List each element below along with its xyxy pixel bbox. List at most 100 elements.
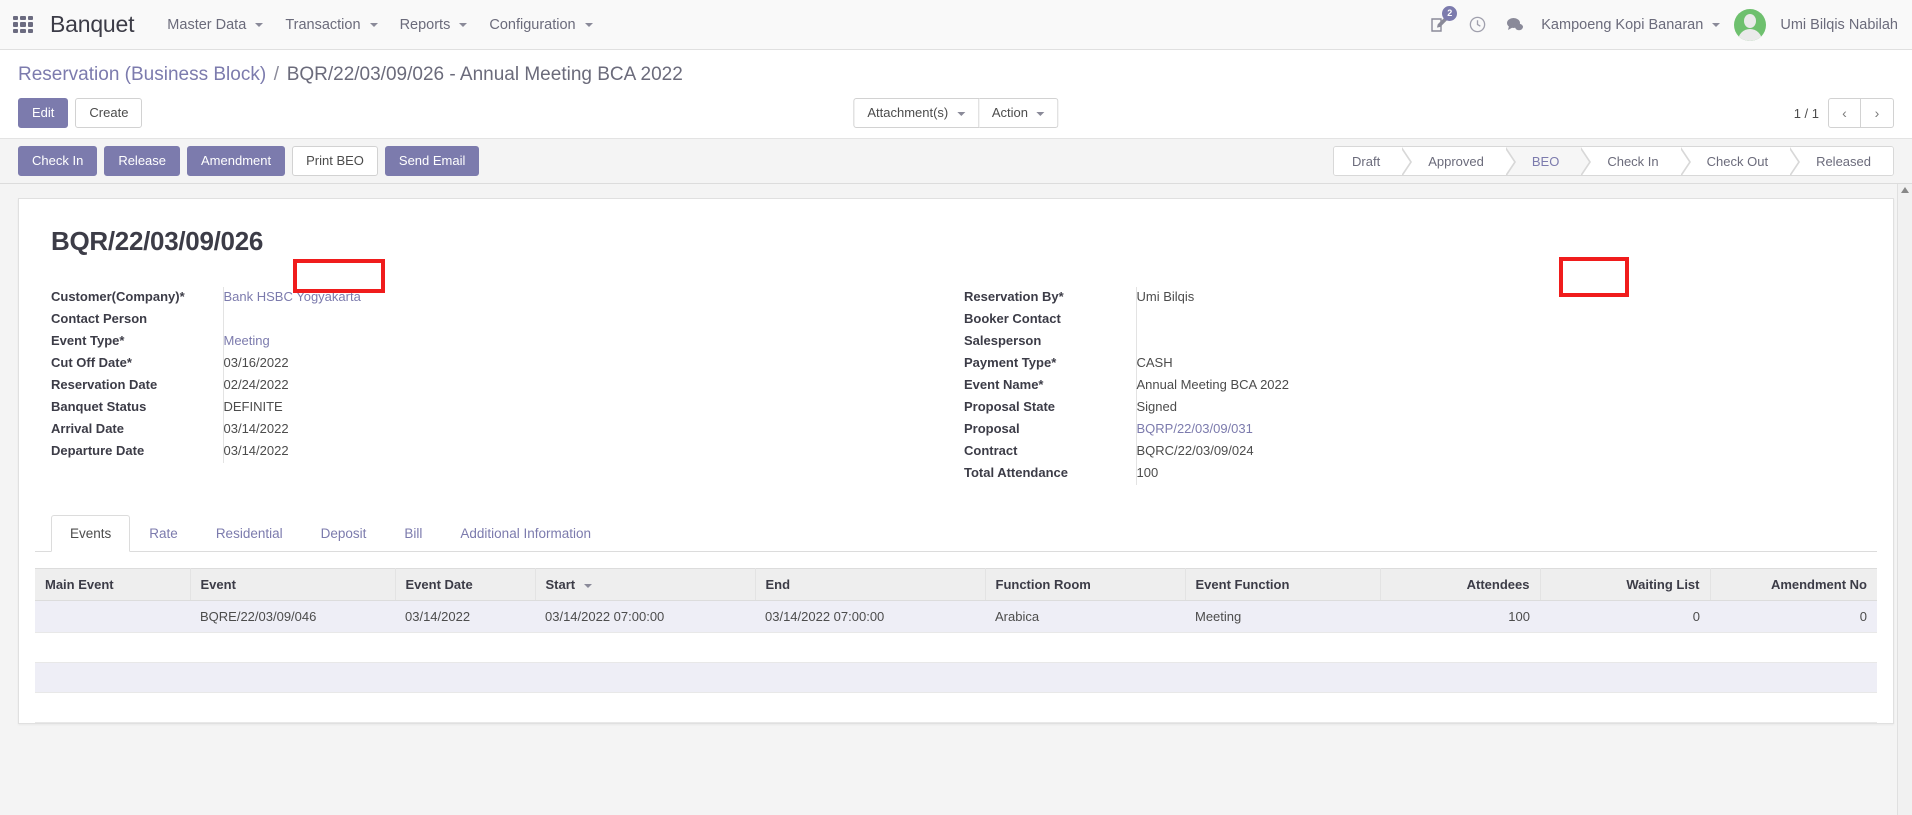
field-label-text: Departure Date [51,443,145,458]
field-value-text[interactable]: Meeting [224,333,270,348]
field-value[interactable]: Signed [1135,397,1861,419]
field-label-text: Total Attendance [964,465,1069,480]
chevron-left-icon[interactable]: ‹ [1828,98,1861,128]
breadcrumb-parent[interactable]: Reservation (Business Block) [18,64,266,85]
tab-rate[interactable]: Rate [130,515,197,552]
col-event-function[interactable]: Event Function [1185,568,1381,601]
attachments-label: Attachment(s) [867,105,949,120]
chevron-right-icon[interactable]: › [1861,98,1894,128]
print-beo-button[interactable]: Print BEO [292,146,378,176]
status-beo[interactable]: BEO [1505,147,1592,175]
field-value[interactable]: DEFINITE [222,397,956,419]
field-label: Proposal [964,419,1136,441]
send-email-button[interactable]: Send Email [384,146,480,176]
status-approved[interactable]: Approved [1402,147,1516,175]
menu-configuration[interactable]: Configuration [478,13,603,37]
table-header-row: Main Event Event Event Date Start End Fu… [35,568,1877,601]
vertical-scrollbar[interactable] [1897,184,1912,815]
field-value[interactable]: Bank HSBC Yogyakarta [222,287,956,309]
status-released[interactable]: Released [1790,147,1893,175]
edit-button[interactable]: Edit [18,98,69,128]
field-value[interactable]: 03/16/2022 [222,353,956,375]
field-value[interactable]: 100 [1135,463,1861,485]
field-value[interactable] [1135,309,1861,331]
field-value[interactable]: BQRC/22/03/09/024 [1135,441,1861,463]
menu-reports-label: Reports [399,16,451,33]
col-event[interactable]: Event [190,568,396,601]
create-button[interactable]: Create [75,98,143,128]
field-value[interactable]: 03/14/2022 [222,441,956,463]
clock-icon[interactable] [1465,13,1489,37]
check-in-button[interactable]: Check In [18,146,98,176]
events-table-body: BQRE/22/03/09/046 03/14/2022 03/14/2022 … [35,600,1877,723]
required-marker: * [179,289,185,304]
field-label: Contract [964,441,1136,463]
status-check-out[interactable]: Check Out [1680,147,1801,175]
field-value[interactable]: 03/14/2022 [222,419,956,441]
table-row-empty[interactable] [35,662,1877,693]
menu-transaction[interactable]: Transaction [274,13,388,37]
field-value[interactable]: Annual Meeting BCA 2022 [1135,375,1861,397]
field-value[interactable]: Umi Bilqis [1135,287,1861,309]
col-start[interactable]: Start [535,568,756,601]
menu-master-data[interactable]: Master Data [156,13,274,37]
amendment-button[interactable]: Amendment [187,146,286,176]
field-label-text: Customer(Company) [51,289,180,304]
top-navbar: Banquet Master Data Transaction Reports … [0,0,1912,50]
field-reservation-by: Reservation By* Umi Bilqis [964,287,1861,309]
field-label: Contact Person [51,309,223,331]
field-payment-type: Payment Type* CASH [964,353,1861,375]
company-switcher[interactable]: Kampoeng Kopi Banaran [1541,17,1721,33]
field-value-text[interactable]: Bank HSBC Yogyakarta [224,289,361,304]
col-main-event[interactable]: Main Event [35,568,191,601]
field-label-text: Banquet Status [51,399,147,414]
apps-grid-icon[interactable] [10,12,36,38]
edit-activity-icon[interactable]: 2 [1427,5,1458,37]
status-draft[interactable]: Draft [1334,147,1413,175]
user-menu[interactable]: Umi Bilqis Nabilah [1780,17,1898,33]
field-label: Departure Date [51,441,223,463]
breadcrumb-current: BQR/22/03/09/026 - Annual Meeting BCA 20… [286,64,683,85]
field-value-text[interactable]: BQRP/22/03/09/031 [1137,421,1253,436]
tab-residential[interactable]: Residential [197,515,302,552]
tab-events[interactable]: Events [51,515,131,552]
table-row[interactable]: BQRE/22/03/09/046 03/14/2022 03/14/2022 … [35,600,1877,633]
col-amendment-no[interactable]: Amendment No [1710,568,1877,601]
col-attendees[interactable]: Attendees [1380,568,1541,601]
tab-deposit[interactable]: Deposit [302,515,386,552]
col-function-room[interactable]: Function Room [985,568,1186,601]
field-value[interactable]: Meeting [222,331,956,353]
field-total-attendance: Total Attendance 100 [964,463,1861,485]
control-panel-center: Attachment(s) Action [853,98,1059,128]
notebook-tabs: Events Rate Residential Deposit Bill Add… [35,515,1877,552]
avatar[interactable] [1734,8,1767,41]
status-flow: Draft Approved BEO Check In Check Out Re… [1333,146,1894,176]
tab-additional-information[interactable]: Additional Information [441,515,610,552]
col-end[interactable]: End [755,568,986,601]
field-booker-contact: Booker Contact [964,309,1861,331]
release-button[interactable]: Release [104,146,181,176]
field-value[interactable]: CASH [1135,353,1861,375]
chat-bubble-icon[interactable] [1503,13,1527,37]
field-value[interactable]: BQRP/22/03/09/031 [1135,419,1861,441]
field-value[interactable] [222,309,956,331]
cell-end: 03/14/2022 07:00:00 [755,600,985,633]
field-label-text: Booker Contact [964,311,1061,326]
field-value[interactable]: 02/24/2022 [222,375,956,397]
status-check-in[interactable]: Check In [1581,147,1691,175]
brand-title[interactable]: Banquet [50,11,134,38]
required-marker: * [119,333,125,348]
field-value[interactable] [1135,331,1861,353]
scroll-up-arrow-icon[interactable] [1901,187,1909,193]
col-event-date[interactable]: Event Date [395,568,536,601]
field-contact-person: Contact Person [51,309,956,331]
workflow-buttons: Check In Release Amendment Print BEO Sen… [18,146,480,176]
col-waiting-list[interactable]: Waiting List [1540,568,1711,601]
attachments-dropdown[interactable]: Attachment(s) [853,98,979,128]
control-panel-left: Edit Create [18,98,143,128]
field-label-text: Proposal State [964,399,1056,414]
action-dropdown[interactable]: Action [978,98,1059,128]
tab-bill[interactable]: Bill [385,515,441,552]
field-label: Event Type* [51,331,223,353]
menu-reports[interactable]: Reports [389,13,479,37]
